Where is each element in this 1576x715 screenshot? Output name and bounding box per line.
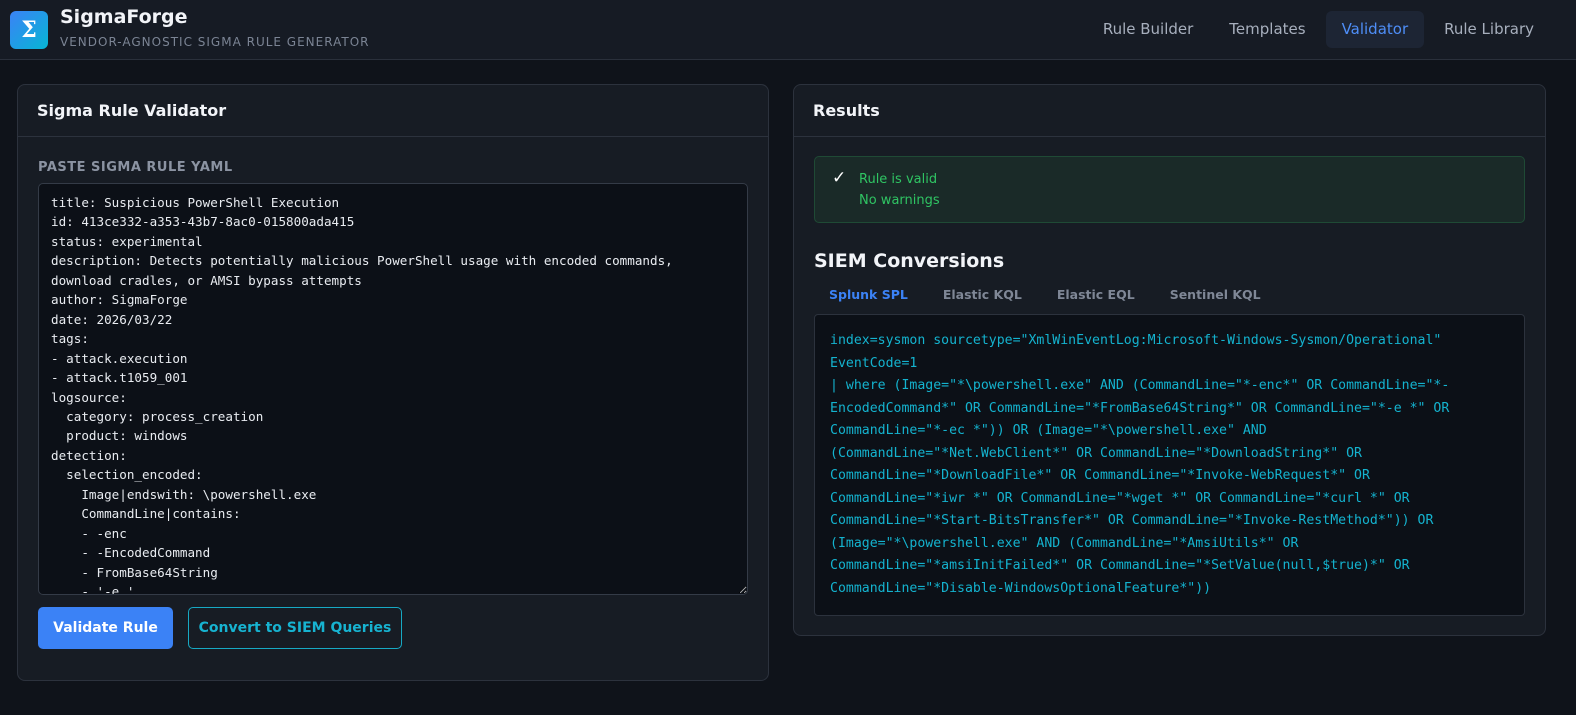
siem-tabs: Splunk SPL Elastic KQL Elastic EQL Senti…	[814, 283, 1281, 307]
sigma-logo-icon: Σ	[10, 10, 48, 49]
check-icon: ✓	[832, 168, 847, 188]
validation-status-box: ✓ Rule is valid No warnings	[814, 156, 1525, 223]
status-text: Rule is valid	[859, 172, 938, 187]
tab-elastic-eql[interactable]: Elastic EQL	[1042, 283, 1150, 307]
tab-sentinel-kql[interactable]: Sentinel KQL	[1155, 283, 1276, 307]
tab-elastic-kql[interactable]: Elastic KQL	[928, 283, 1037, 307]
validate-rule-button[interactable]: Validate Rule	[38, 607, 173, 649]
app-header: Σ SigmaForge VENDOR-AGNOSTIC SIGMA RULE …	[0, 0, 1576, 60]
nav-rule-builder[interactable]: Rule Builder	[1087, 11, 1209, 48]
tab-splunk-spl[interactable]: Splunk SPL	[814, 283, 923, 307]
results-panel: Results ✓ Rule is valid No warnings SIEM…	[793, 84, 1546, 636]
siem-conversions-heading: SIEM Conversions	[814, 250, 1005, 272]
nav-validator[interactable]: Validator	[1325, 11, 1425, 48]
nav-rule-library[interactable]: Rule Library	[1428, 11, 1550, 48]
yaml-input[interactable]: title: Suspicious PowerShell Execution i…	[38, 183, 748, 595]
main-nav: Rule Builder Templates Validator Rule Li…	[1087, 11, 1550, 48]
results-title: Results	[794, 85, 1545, 137]
validator-title: Sigma Rule Validator	[18, 85, 768, 137]
app-title: SigmaForge	[60, 5, 188, 28]
query-output: index=sysmon sourcetype="XmlWinEventLog:…	[814, 314, 1525, 616]
brand: SigmaForge VENDOR-AGNOSTIC SIGMA RULE GE…	[60, 6, 370, 49]
validator-panel: Sigma Rule Validator PASTE SIGMA RULE YA…	[17, 84, 769, 681]
yaml-label: PASTE SIGMA RULE YAML	[38, 160, 233, 175]
warnings-text: No warnings	[859, 193, 940, 208]
app-subtitle: VENDOR-AGNOSTIC SIGMA RULE GENERATOR	[60, 34, 370, 49]
convert-siem-button[interactable]: Convert to SIEM Queries	[188, 607, 402, 649]
nav-templates[interactable]: Templates	[1213, 11, 1321, 48]
